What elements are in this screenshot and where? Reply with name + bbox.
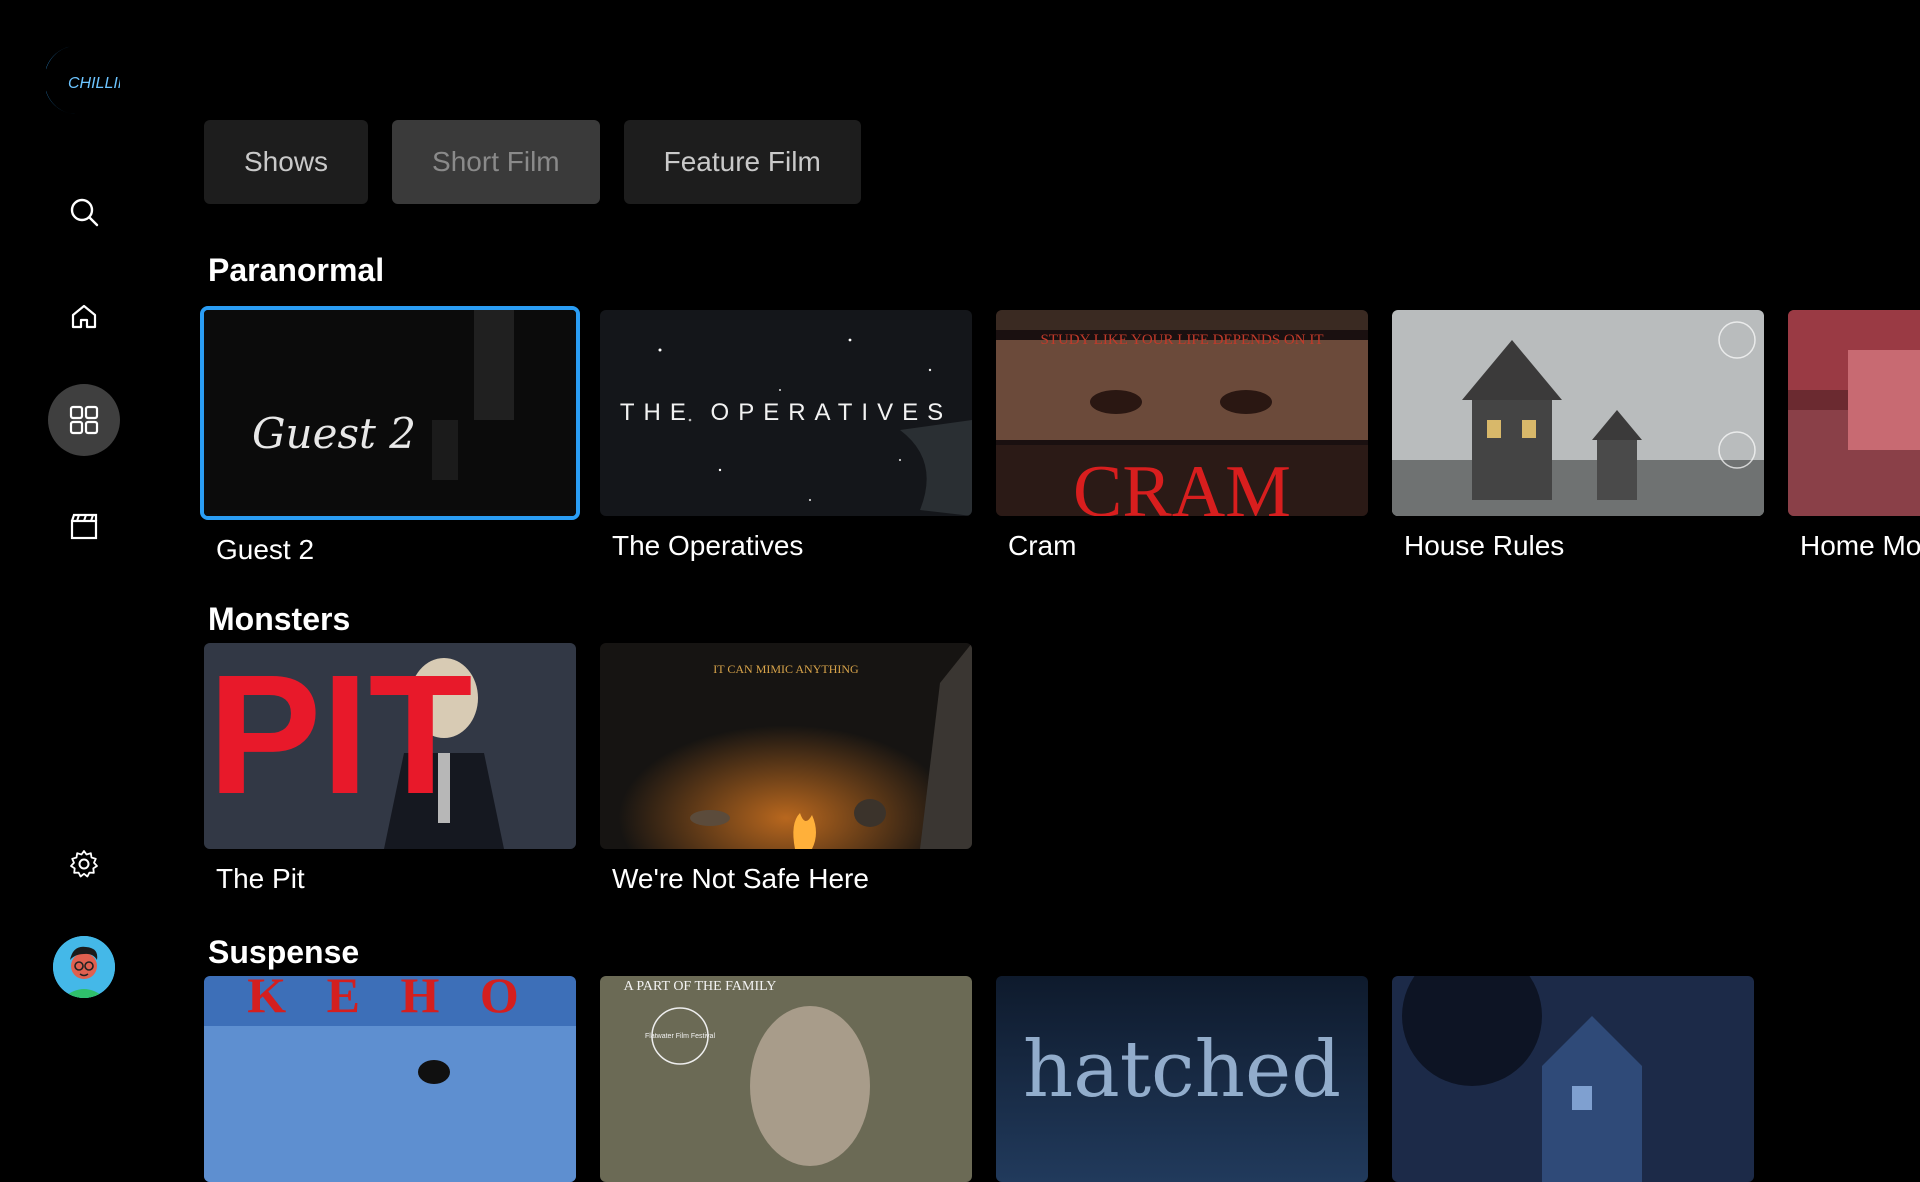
poster-subtext: STUDY LIKE YOUR LIFE DEPENDS ON IT xyxy=(1040,332,1323,348)
tab-shows[interactable]: Shows xyxy=(204,120,369,204)
row-title-suspense: Suspense xyxy=(208,934,360,970)
content-card-house-rules[interactable]: House Rules xyxy=(1392,310,1764,562)
sidebar: CHILLING xyxy=(0,0,168,1080)
poster-guest-2: Guest 2 xyxy=(200,306,580,520)
poster-text: THE OPERATIVES xyxy=(620,399,952,426)
row-title-paranormal: Paranormal xyxy=(208,252,385,288)
poster-home-mo xyxy=(1788,310,1920,516)
content-card-suspense-4[interactable] xyxy=(1392,976,1754,1182)
poster-suspense-4 xyxy=(1392,976,1754,1182)
content-card-suspense-1[interactable]: K E H O xyxy=(204,976,576,1182)
app-logo[interactable]: CHILLING xyxy=(43,40,142,120)
tab-short-film[interactable]: Short Film xyxy=(392,120,600,204)
profile-avatar[interactable] xyxy=(53,936,115,998)
card-title: Cram xyxy=(1008,530,1077,561)
poster-suspense-2: A PART OF THE FAMILY Flatwater Film Fest… xyxy=(600,976,972,1182)
poster-laurel-text: Flatwater Film Festival xyxy=(645,1033,715,1040)
card-title: We're Not Safe Here xyxy=(612,863,869,894)
poster-the-pit: PIT xyxy=(204,643,576,849)
poster-cram: STUDY LIKE YOUR LIFE DEPENDS ON IT CRAM xyxy=(996,310,1368,516)
row-title-monsters: Monsters xyxy=(208,601,351,637)
search-button[interactable] xyxy=(48,176,120,248)
card-title: The Pit xyxy=(216,863,305,894)
category-tabs: Shows Short Film Feature Film xyxy=(204,120,861,204)
content-card-suspense-2[interactable]: A PART OF THE FAMILY Flatwater Film Fest… xyxy=(600,976,972,1182)
content-card-were-not-safe-here[interactable]: IT CAN MIMIC ANYTHING We're Not Safe Her… xyxy=(600,643,972,895)
poster-text: Guest 2 xyxy=(252,409,416,458)
poster-were-not-safe-here: IT CAN MIMIC ANYTHING xyxy=(600,643,972,849)
card-title: House Rules xyxy=(1404,530,1565,561)
content-card-the-pit[interactable]: PIT The Pit xyxy=(204,643,576,895)
content-card-the-operatives[interactable]: THE OPERATIVES The Operatives xyxy=(600,310,972,562)
movies-button[interactable] xyxy=(48,490,120,562)
poster-house-rules xyxy=(1392,310,1764,516)
poster-suspense-1: K E H O xyxy=(204,976,576,1182)
categories-button[interactable] xyxy=(48,384,120,456)
poster-the-operatives: THE OPERATIVES xyxy=(600,310,972,516)
poster-subtext: A PART OF THE FAMILY xyxy=(624,979,777,994)
poster-text: K E H O xyxy=(247,976,533,1023)
card-title: Home Mo xyxy=(1800,530,1920,561)
settings-button[interactable] xyxy=(48,828,120,900)
card-title: Guest 2 xyxy=(216,534,315,565)
poster-suspense-3: hatched xyxy=(996,976,1368,1182)
gear-icon xyxy=(70,850,98,878)
avatar-illustration xyxy=(53,936,115,998)
grid-icon xyxy=(69,405,99,435)
content-card-cram[interactable]: STUDY LIKE YOUR LIFE DEPENDS ON IT CRAM … xyxy=(996,310,1368,562)
poster-text: CRAM xyxy=(1073,451,1291,516)
home-icon xyxy=(71,304,97,329)
content-card-suspense-3[interactable]: hatched xyxy=(996,976,1368,1182)
content-card-guest-2[interactable]: Guest 2 Guest 2 xyxy=(200,306,580,566)
poster-subtext: IT CAN MIMIC ANYTHING xyxy=(713,662,859,676)
poster-text: PIT xyxy=(208,643,472,830)
logo-text: CHILLING xyxy=(68,75,120,92)
card-title: The Operatives xyxy=(612,530,804,561)
home-button[interactable] xyxy=(48,280,120,352)
content-card-home-mo[interactable]: Home Mo xyxy=(1788,310,1920,562)
clapperboard-icon xyxy=(70,513,98,540)
tab-feature-film[interactable]: Feature Film xyxy=(623,120,861,204)
poster-text: hatched xyxy=(1023,1025,1341,1115)
search-icon xyxy=(70,198,99,227)
